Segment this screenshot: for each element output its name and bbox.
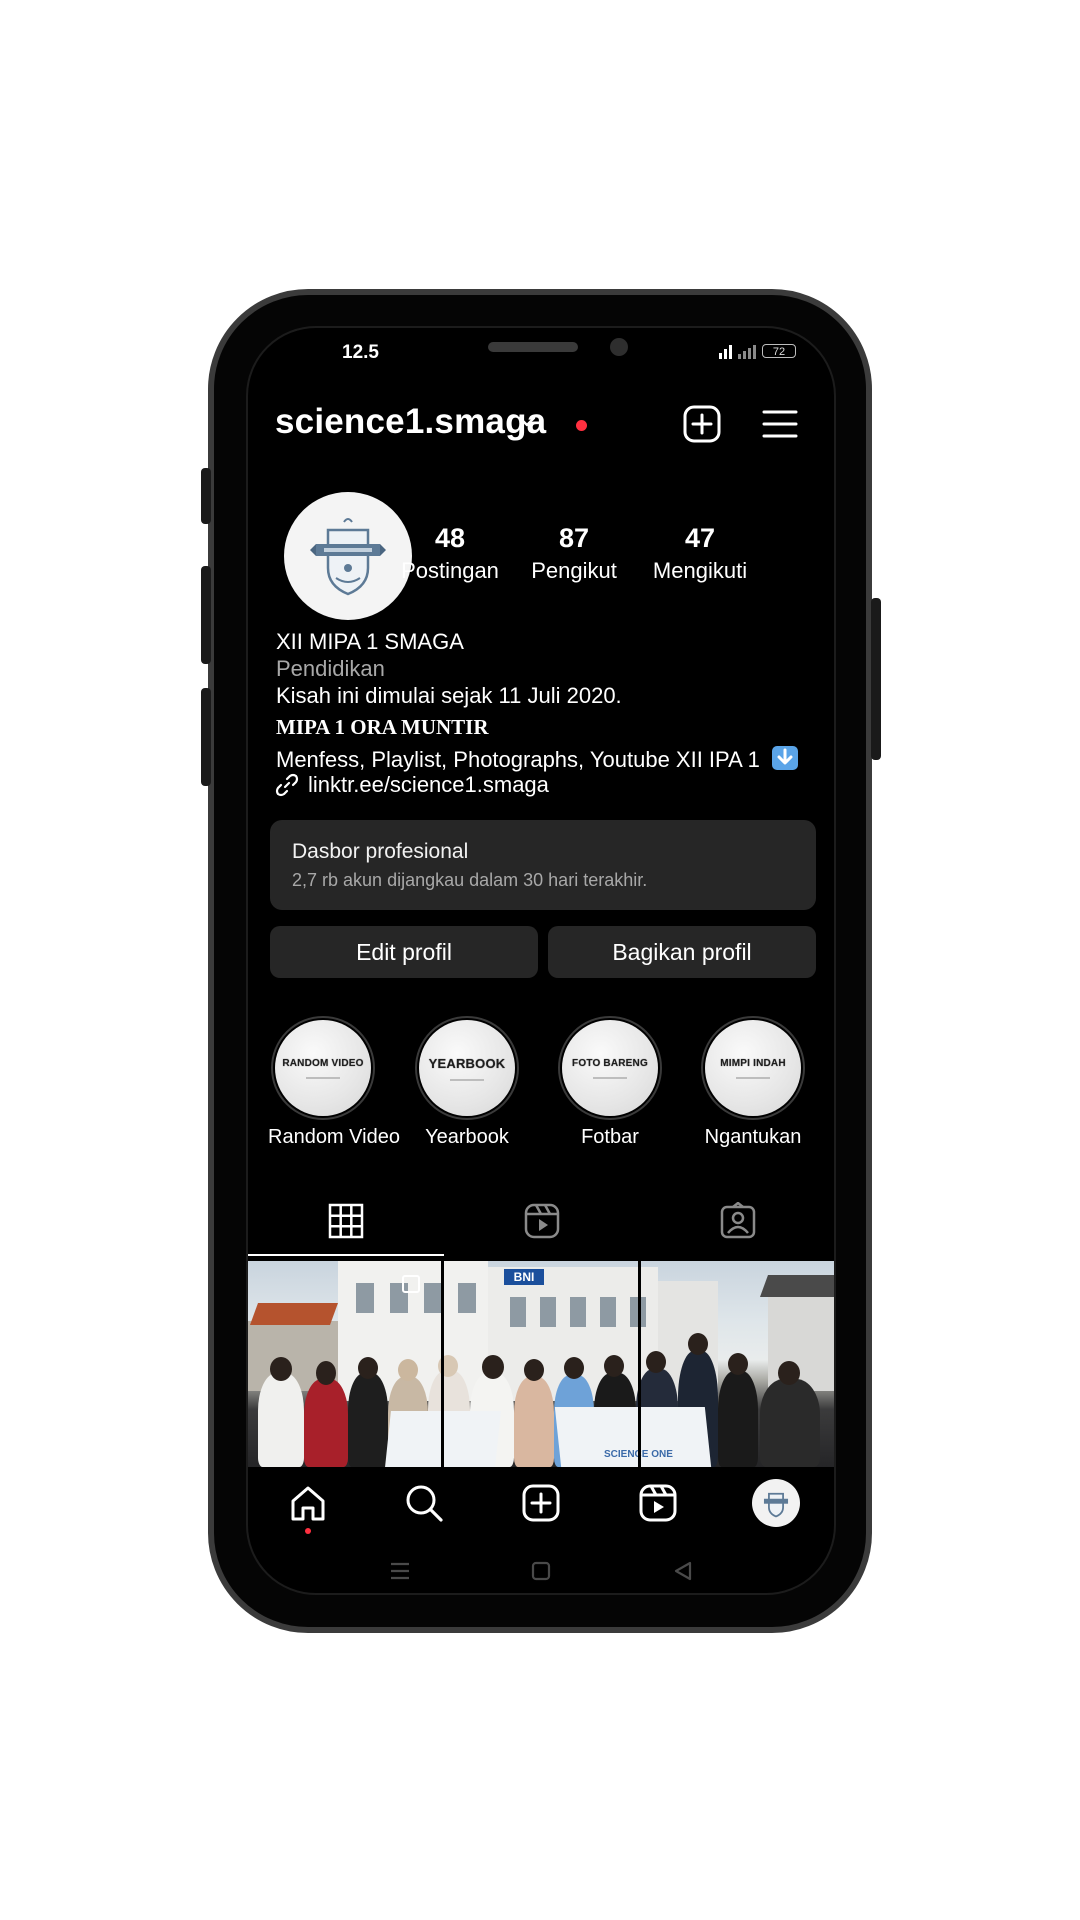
status-icons: 72 xyxy=(719,342,796,360)
highlight-cover: FOTO BARENG xyxy=(562,1020,658,1116)
highlight-label: Ngantukan xyxy=(704,1126,802,1148)
highlight-yearbook[interactable]: YEARBOOK Yearbook xyxy=(412,1016,522,1149)
highlight-cover: YEARBOOK xyxy=(419,1020,515,1116)
edit-profile-button[interactable]: Edit profil xyxy=(270,926,538,978)
highlight-cover: MIMPI INDAH xyxy=(705,1020,801,1116)
highlight-ring: RANDOM VIDEO xyxy=(271,1016,375,1120)
bio-link[interactable]: linktr.ee/science1.smaga xyxy=(274,772,549,798)
bni-sign: BNI xyxy=(504,1269,544,1285)
bio-line-3: Menfess, Playlist, Photographs, Youtube … xyxy=(276,746,799,773)
highlight-ring: MIMPI INDAH xyxy=(701,1016,805,1120)
arrow-down-emoji-icon xyxy=(772,746,799,770)
highlight-cover: RANDOM VIDEO xyxy=(275,1020,371,1116)
highlight-ring: YEARBOOK xyxy=(415,1016,519,1120)
front-camera xyxy=(610,338,628,356)
phone-volume-down xyxy=(201,688,211,786)
back-button-icon[interactable] xyxy=(672,1560,694,1582)
highlight-ngantukan[interactable]: MIMPI INDAH Ngantukan xyxy=(698,1016,808,1149)
bio-line-3-text: Menfess, Playlist, Photographs, Youtube … xyxy=(276,747,760,772)
tab-reels[interactable] xyxy=(444,1190,640,1252)
signal-icon xyxy=(719,343,732,359)
search-icon xyxy=(406,1485,443,1522)
phone-screen: 12.5 72 science1.smaga 48 Postingan 87 P… xyxy=(248,328,834,1593)
nav-profile[interactable] xyxy=(746,1473,806,1533)
highlight-ring: FOTO BARENG xyxy=(558,1016,662,1120)
link-icon xyxy=(275,773,299,797)
phone-side-button xyxy=(201,468,211,524)
bio-name: XII MIPA 1 SMAGA xyxy=(276,629,464,654)
crest-logo xyxy=(310,518,386,596)
new-post-button[interactable] xyxy=(682,404,722,444)
profile-avatar xyxy=(752,1479,800,1527)
speaker xyxy=(488,342,578,352)
recent-apps-icon[interactable] xyxy=(388,1560,412,1582)
create-icon xyxy=(522,1484,560,1522)
system-navigation xyxy=(248,1556,834,1586)
highlight-fotbar[interactable]: FOTO BARENG Fotbar xyxy=(555,1016,665,1149)
dashboard-subtitle: 2,7 rb akun dijangkau dalam 30 hari tera… xyxy=(292,870,648,890)
bio-line-2: MIPA 1 ORA MUNTIR xyxy=(276,715,489,739)
home-notification-dot xyxy=(305,1528,311,1534)
status-time: 12.5 xyxy=(342,342,379,363)
highlight-label: Yearbook xyxy=(425,1126,509,1148)
menu-icon[interactable] xyxy=(760,404,800,444)
tab-active-indicator xyxy=(248,1254,444,1256)
grid-icon xyxy=(328,1203,364,1239)
dashboard-title: Dasbor profesional xyxy=(292,840,469,863)
nav-home[interactable] xyxy=(278,1473,338,1533)
bio-category: Pendidikan xyxy=(276,656,385,681)
bottom-navigation xyxy=(248,1473,834,1537)
reels-icon xyxy=(524,1203,560,1239)
notification-dot xyxy=(576,420,587,431)
bio-line-1: Kisah ini dimulai sejak 11 Juli 2020. xyxy=(276,683,622,708)
battery-icon: 72 xyxy=(762,344,796,358)
nav-search[interactable] xyxy=(394,1473,454,1533)
home-button-icon[interactable] xyxy=(530,1560,552,1582)
tagged-icon xyxy=(720,1202,756,1239)
stat-following[interactable]: 47 Mengikuti xyxy=(640,523,760,584)
username-title[interactable]: science1.smaga xyxy=(275,402,546,442)
crest-logo xyxy=(763,1492,789,1518)
tab-tagged[interactable] xyxy=(640,1190,834,1252)
chevron-down-icon[interactable] xyxy=(518,416,536,428)
stat-posts[interactable]: 48 Postingan xyxy=(390,523,510,584)
highlight-label: Fotbar xyxy=(581,1126,639,1148)
nav-reels[interactable] xyxy=(628,1473,688,1533)
share-profile-button[interactable]: Bagikan profil xyxy=(548,926,816,978)
professional-dashboard-card[interactable]: Dasbor profesional 2,7 rb akun dijangkau… xyxy=(270,820,816,910)
nav-create[interactable] xyxy=(511,1473,571,1533)
post-grid[interactable]: BNI SCIENCE ONE xyxy=(248,1261,834,1467)
signal-2-icon xyxy=(738,343,756,359)
phone-power-button xyxy=(871,598,881,760)
highlight-label: Random Video xyxy=(268,1126,400,1148)
stat-followers[interactable]: 87 Pengikut xyxy=(514,523,634,584)
highlight-random-video[interactable]: RANDOM VIDEO Random Video xyxy=(268,1016,400,1149)
home-icon xyxy=(291,1486,325,1521)
multi-post-icon xyxy=(402,1275,420,1293)
reels-icon xyxy=(639,1484,677,1522)
tab-posts-grid[interactable] xyxy=(248,1190,444,1252)
bio-link-text[interactable]: linktr.ee/science1.smaga xyxy=(308,772,549,798)
phone-volume-up xyxy=(201,566,211,664)
